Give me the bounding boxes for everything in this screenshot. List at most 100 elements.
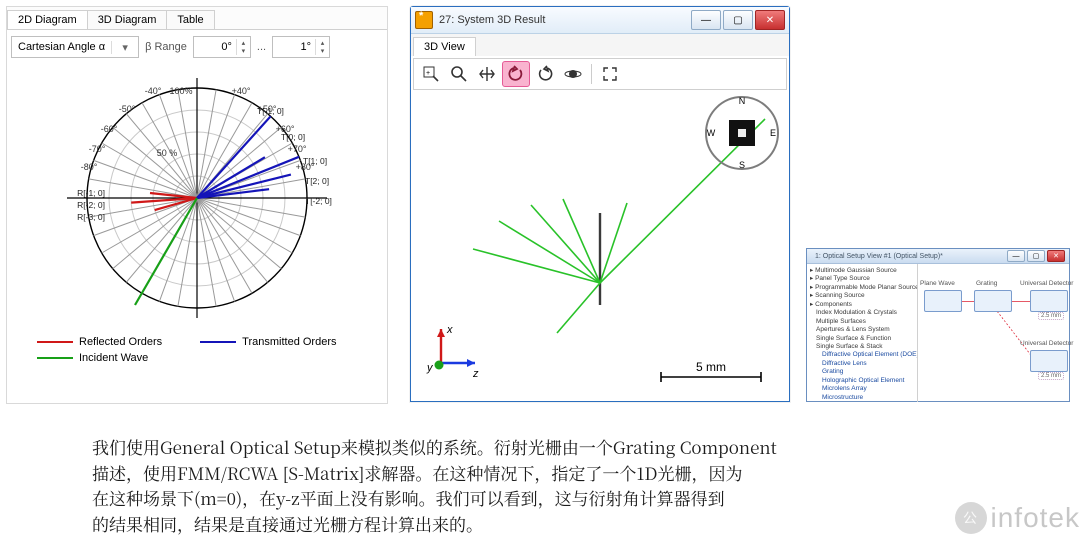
orbit-icon[interactable] xyxy=(560,62,586,86)
svg-text:T[1; 0]: T[1; 0] xyxy=(303,156,327,166)
node-detector-2[interactable] xyxy=(1030,350,1068,372)
zoom-icon[interactable] xyxy=(446,62,472,86)
app-icon xyxy=(415,11,433,29)
range-separator: ... xyxy=(257,41,266,53)
spin-down-icon[interactable]: ▾ xyxy=(236,47,250,55)
tree-item[interactable]: Multiple Surfaces xyxy=(810,318,914,326)
tree-item[interactable]: Single Surface & Stack xyxy=(810,343,914,351)
pan-icon[interactable] xyxy=(474,62,500,86)
dimension-label: 2.5 mm xyxy=(1038,372,1064,380)
window-title: 27: System 3D Result xyxy=(439,14,691,26)
maximize-button[interactable]: ▢ xyxy=(1027,250,1045,262)
beta-range-label: β Range xyxy=(145,41,187,53)
close-button[interactable]: ✕ xyxy=(755,10,785,30)
redo-icon[interactable] xyxy=(532,62,558,86)
svg-text:+40°: +40° xyxy=(232,86,251,96)
undo-icon[interactable] xyxy=(502,61,530,87)
legend-label-transmitted: Transmitted Orders xyxy=(242,336,336,348)
node-plane-wave[interactable] xyxy=(924,290,962,312)
svg-text:-60°: -60° xyxy=(101,124,118,134)
tab-table[interactable]: Table xyxy=(166,10,214,29)
legend-swatch-incident xyxy=(37,357,73,359)
optical-setup-window: 1: Optical Setup View #1 (Optical Setup)… xyxy=(806,248,1070,402)
tree-item[interactable]: Diffractive Lens xyxy=(810,360,914,368)
spin-up-icon[interactable]: ▴ xyxy=(236,39,250,47)
system-3d-result-window: 27: System 3D Result — ▢ ✕ 3D View + xyxy=(410,6,790,402)
fit-icon[interactable] xyxy=(597,62,623,86)
window-titlebar[interactable]: 27: System 3D Result — ▢ ✕ xyxy=(411,7,789,34)
svg-text:R[-2; 0]: R[-2; 0] xyxy=(77,200,105,210)
window-titlebar[interactable]: 1: Optical Setup View #1 (Optical Setup)… xyxy=(807,249,1069,264)
svg-text:x: x xyxy=(446,324,453,336)
tree-item[interactable]: Apertures & Lens System xyxy=(810,326,914,334)
legend-swatch-reflected xyxy=(37,341,73,343)
tree-item[interactable]: ▸ Panel Type Source xyxy=(810,275,914,283)
caption-text: 我们使用General Optical Setup来模拟类似的系统。衍射光栅由一… xyxy=(92,434,852,536)
angle-mode-value: Cartesian Angle α xyxy=(12,41,111,53)
svg-text:y: y xyxy=(426,362,434,374)
minimize-button[interactable]: — xyxy=(691,10,721,30)
tree-item[interactable]: Microlens Array xyxy=(810,385,914,393)
tree-item[interactable]: ▸ Components xyxy=(810,301,914,309)
svg-text:R[-1; 0]: R[-1; 0] xyxy=(77,188,105,198)
tree-item[interactable]: Index Modulation & Crystals xyxy=(810,309,914,317)
svg-text:100%: 100% xyxy=(169,86,192,96)
polar-plot: -80° -70° -60° -50° -40° +40° +50° +60° … xyxy=(17,68,377,328)
tab-3d-view[interactable]: 3D View xyxy=(413,37,476,56)
setup-canvas[interactable]: Plane Wave Grating Universal Detector Un… xyxy=(918,264,1069,402)
legend-label-reflected: Reflected Orders xyxy=(79,336,162,348)
view-toolbar: + xyxy=(413,58,787,90)
watermark: 公 infotek xyxy=(955,502,1080,534)
tree-item[interactable]: Diffractive Optical Element (DOE) xyxy=(810,351,914,359)
tree-item[interactable]: ▸ Scanning Source xyxy=(810,292,914,300)
legend-label-incident: Incident Wave xyxy=(79,352,148,364)
dimension-label: 2.5 mm xyxy=(1038,312,1064,320)
svg-text:-80°: -80° xyxy=(81,162,98,172)
svg-text:+70°: +70° xyxy=(288,144,307,154)
tab-2d-diagram[interactable]: 2D Diagram xyxy=(7,10,88,29)
close-button[interactable]: ✕ xyxy=(1047,250,1065,262)
svg-text:50 %: 50 % xyxy=(157,148,178,158)
panel-tabs: 2D Diagram 3D Diagram Table xyxy=(7,7,387,30)
svg-text:E: E xyxy=(770,128,776,138)
svg-text:W: W xyxy=(707,128,716,138)
tree-item[interactable]: Holographic Optical Element xyxy=(810,377,914,385)
beta-range-to[interactable]: 1° ▴▾ xyxy=(272,36,330,58)
svg-text:5 mm: 5 mm xyxy=(696,360,726,374)
legend-swatch-transmitted xyxy=(200,341,236,343)
svg-text:+: + xyxy=(426,70,430,77)
diffraction-2d-panel: 2D Diagram 3D Diagram Table Cartesian An… xyxy=(6,6,388,404)
tab-3d-diagram[interactable]: 3D Diagram xyxy=(87,10,168,29)
maximize-button[interactable]: ▢ xyxy=(723,10,753,30)
svg-text:N: N xyxy=(739,96,746,106)
svg-text:S: S xyxy=(739,160,745,170)
compass-icon: N E S W xyxy=(703,94,781,172)
svg-text:T[-1; 0]: T[-1; 0] xyxy=(257,106,284,116)
spin-down-icon[interactable]: ▾ xyxy=(315,47,329,55)
tree-item[interactable]: ▸ Programmable Mode Planar Source xyxy=(810,284,914,292)
watermark-icon: 公 xyxy=(955,502,987,534)
svg-text:T[0; 0]: T[0; 0] xyxy=(281,132,305,142)
minimize-button[interactable]: — xyxy=(1007,250,1025,262)
angle-mode-dropdown[interactable]: Cartesian Angle α ▾ xyxy=(11,36,139,58)
3d-viewport[interactable]: N E S W xyxy=(413,92,787,400)
node-detector-1[interactable] xyxy=(1030,290,1068,312)
spin-up-icon[interactable]: ▴ xyxy=(315,39,329,47)
window-title: 1: Optical Setup View #1 (Optical Setup)… xyxy=(811,253,1007,260)
component-tree[interactable]: ▸ Multimode Gaussian Source▸ Panel Type … xyxy=(807,264,918,402)
beta-range-from[interactable]: 0° ▴▾ xyxy=(193,36,251,58)
tree-item[interactable]: Microstructure xyxy=(810,394,914,402)
plot-controls: Cartesian Angle α ▾ β Range 0° ▴▾ ... 1°… xyxy=(7,30,387,64)
toolbar-divider xyxy=(591,64,592,84)
tree-item[interactable]: Single Surface & Function xyxy=(810,335,914,343)
tree-item[interactable]: Grating xyxy=(810,368,914,376)
chevron-down-icon: ▾ xyxy=(111,41,138,54)
svg-text:-50°: -50° xyxy=(119,104,136,114)
svg-text:-40°: -40° xyxy=(145,86,162,96)
node-grating[interactable] xyxy=(974,290,1012,312)
svg-text:T[-2; 0]: T[-2; 0] xyxy=(305,196,332,206)
view-tabs: 3D View xyxy=(411,34,789,56)
svg-text:R[-3; 0]: R[-3; 0] xyxy=(77,212,105,222)
tree-item[interactable]: ▸ Multimode Gaussian Source xyxy=(810,267,914,275)
zoom-region-icon[interactable]: + xyxy=(418,62,444,86)
